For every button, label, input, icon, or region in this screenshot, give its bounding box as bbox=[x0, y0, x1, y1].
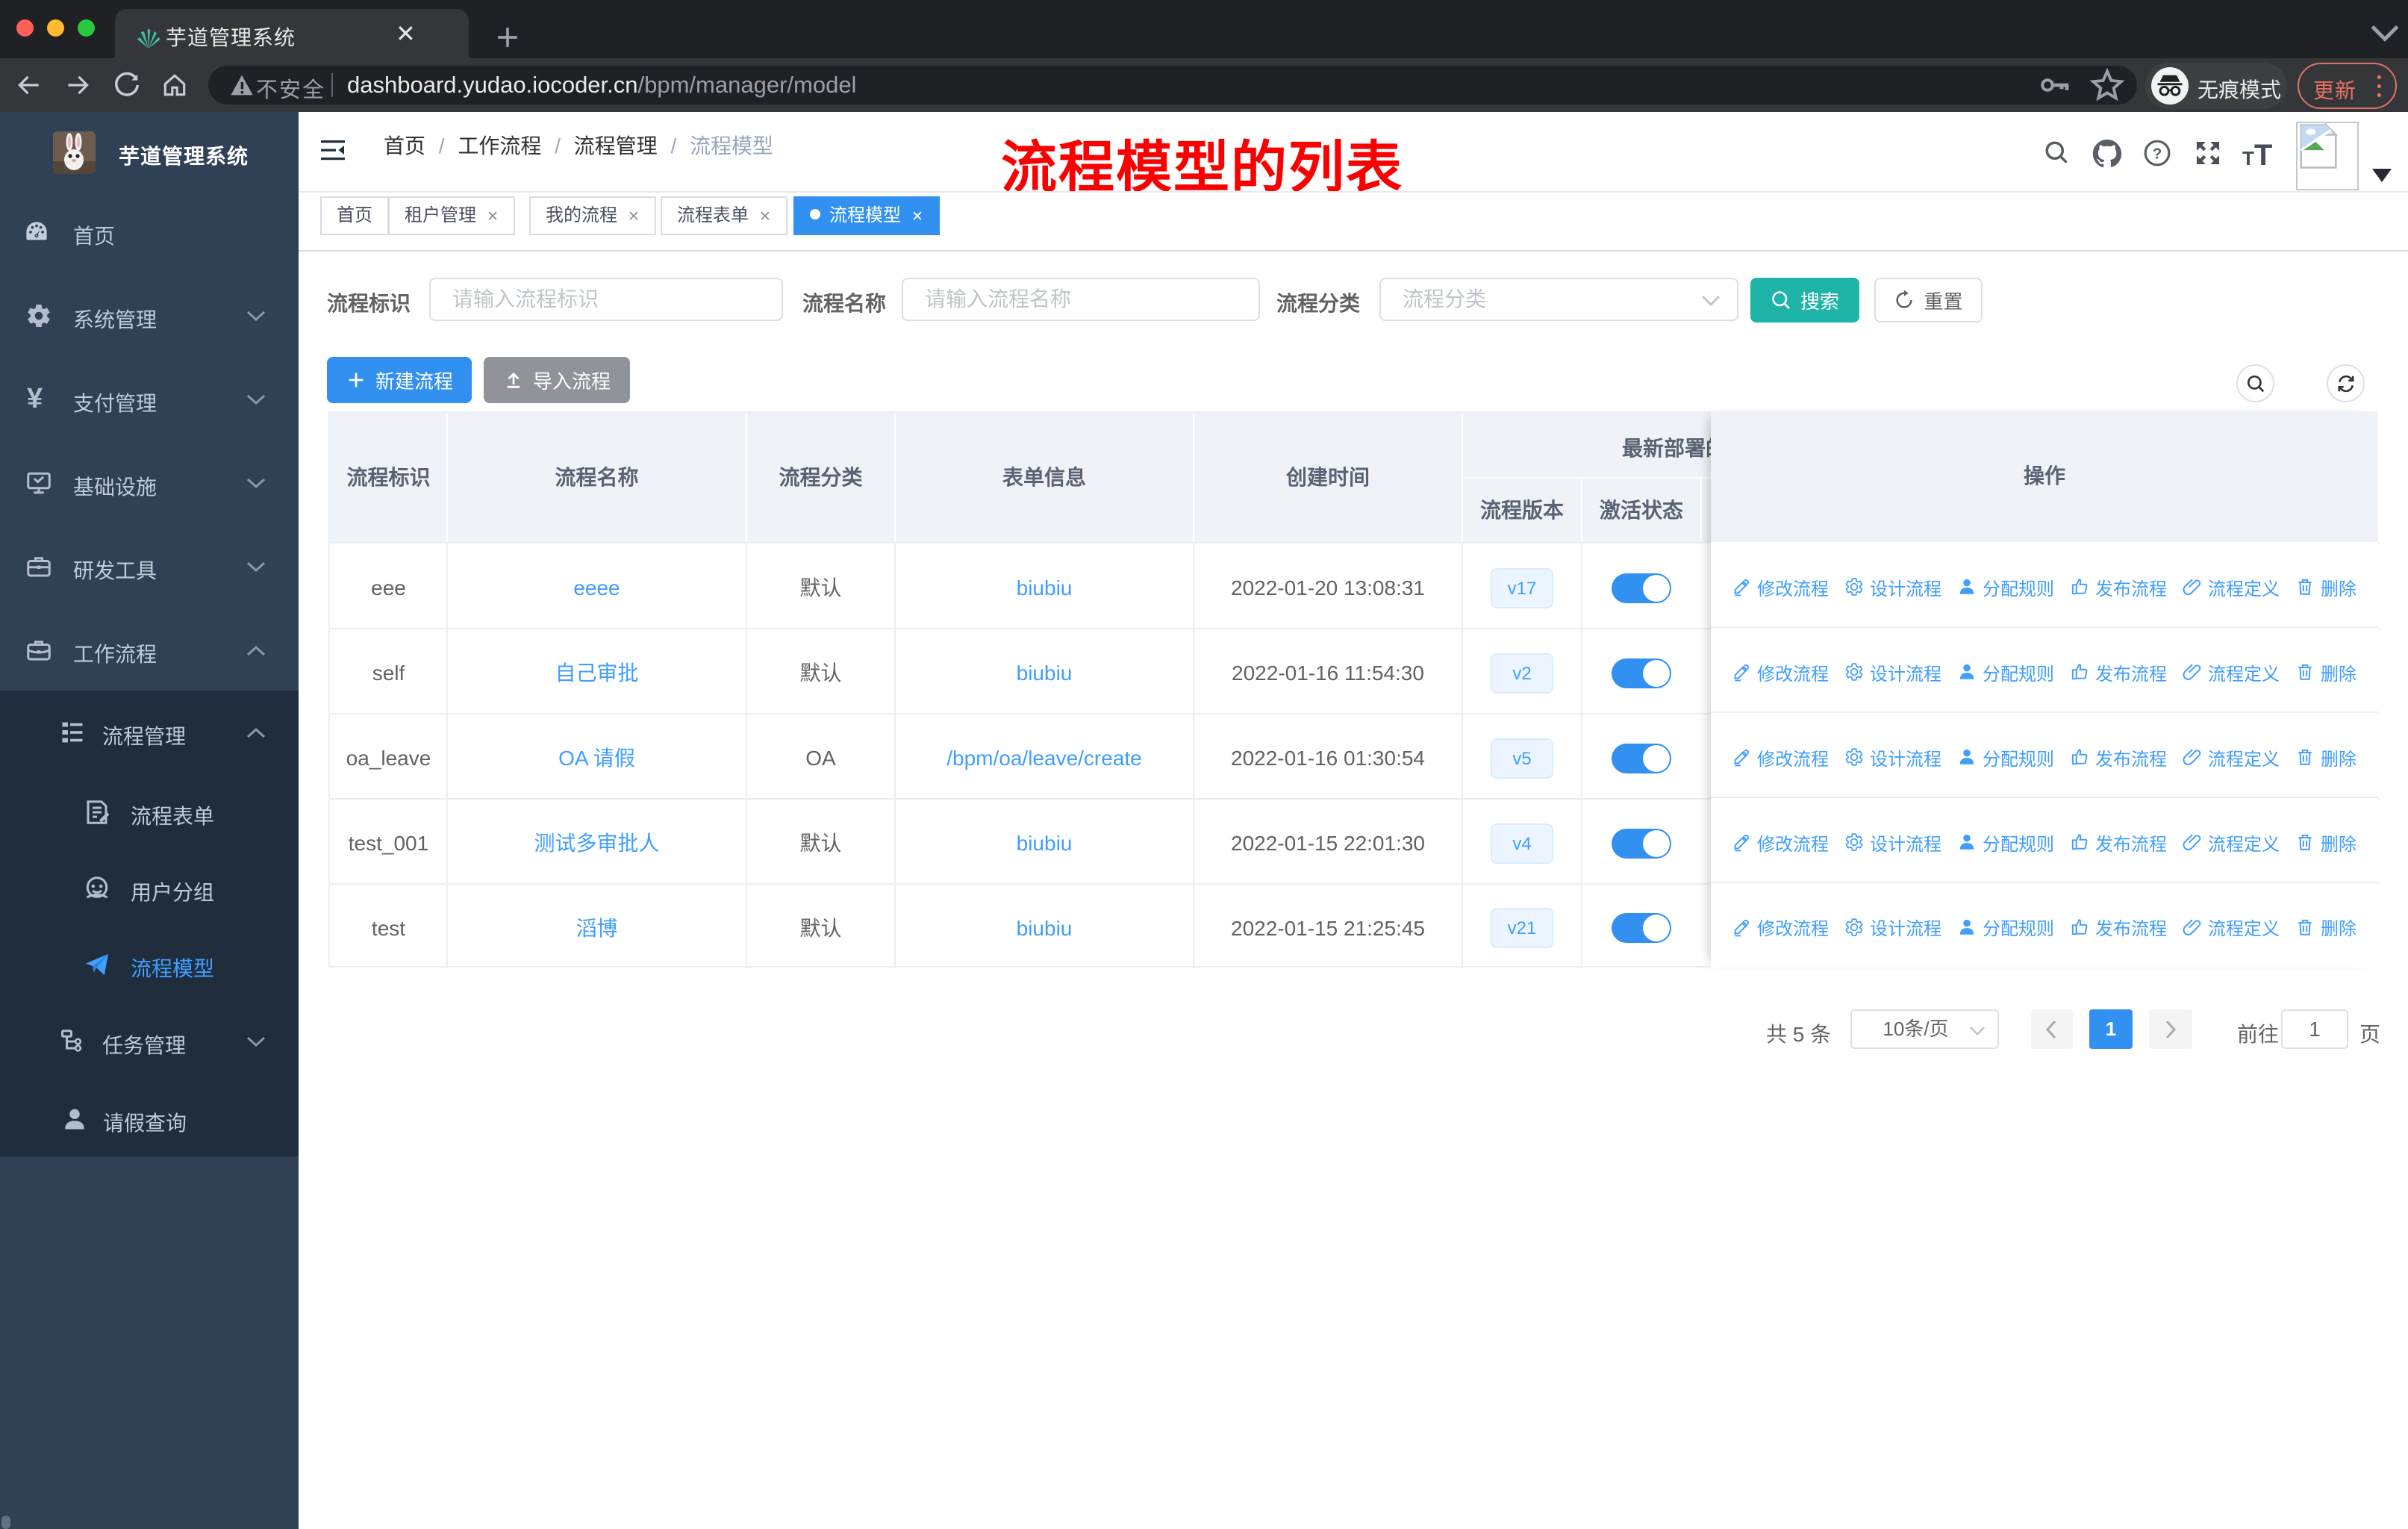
svg-text:?: ? bbox=[2153, 146, 2162, 163]
